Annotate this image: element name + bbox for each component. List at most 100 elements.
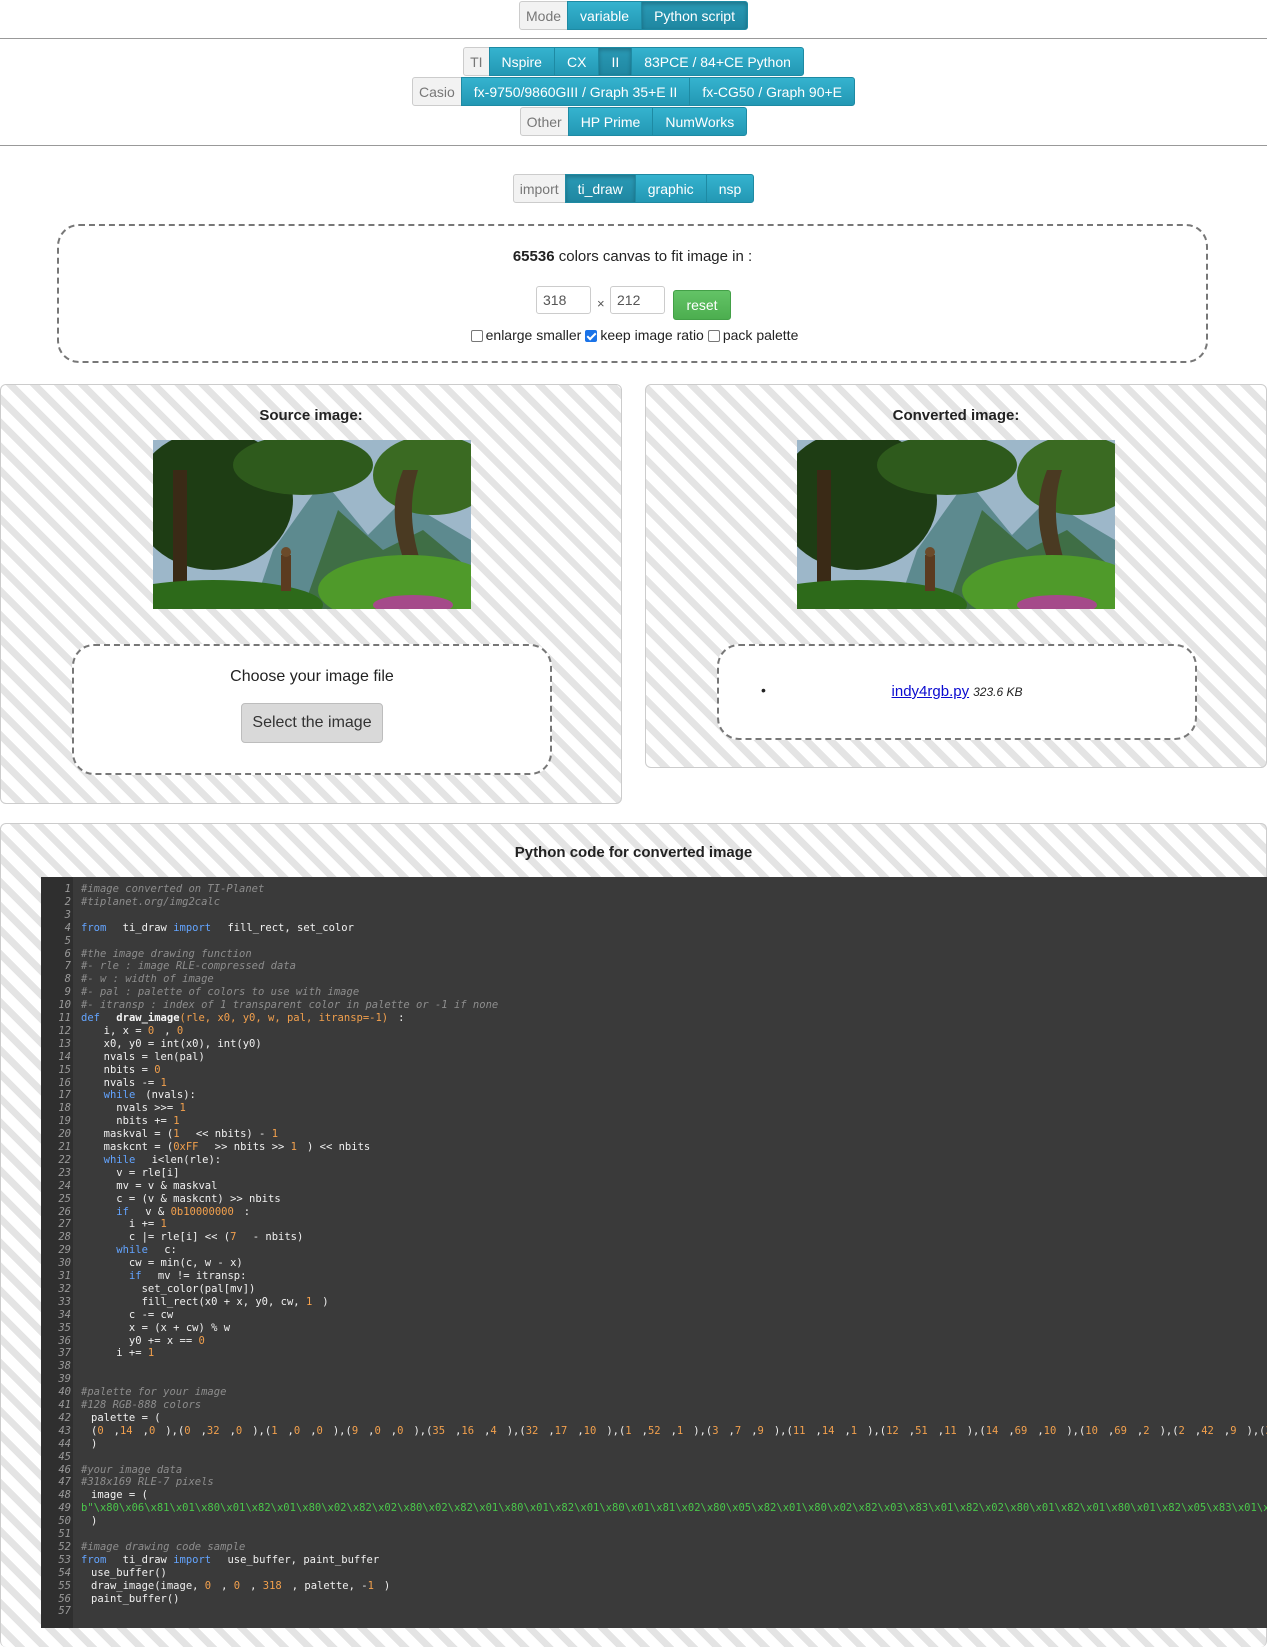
line-number: 52 [58,1540,71,1553]
code-token: ),( [606,1424,626,1437]
line-text: maskval = (1 << nbits) - 1 [71,1128,278,1140]
code-line: 34 c -= cw [41,1309,173,1322]
platform-ii-button[interactable]: II [598,47,633,76]
code-line: 6 #the image drawing function [41,948,252,961]
code-token: maskval = ( [91,1128,174,1141]
code-line: 25 c = (v & maskcnt) >> nbits [41,1193,280,1206]
mode-python-script-button[interactable]: Python script [641,1,748,30]
other-label: Other [519,107,569,136]
code-token: ),( [773,1424,793,1437]
code-token: i, x = [91,1024,148,1037]
line-number: 40 [58,1386,71,1399]
code-token: , [844,1424,851,1437]
line-text: b"\x80\x06\x81\x01\x80\x01\x82\x01\x80\x… [71,1502,1267,1514]
import-graphic-button[interactable]: graphic [634,174,707,203]
line-text: #318x169 RLE-7 pixels [71,1476,214,1488]
code-token: 1 [160,1076,167,1089]
line-number: 23 [58,1166,71,1179]
line-number: 33 [58,1295,71,1308]
code-title: Python code for converted image [514,844,753,861]
import-ti-draw-button[interactable]: ti_draw [564,174,636,203]
line-text: v = rle[i] [71,1167,179,1179]
line-number: 19 [58,1115,71,1128]
source-drop-zone[interactable]: Choose your image file Select the image [72,644,552,775]
platform-numworks-button[interactable]: NumWorks [652,107,748,136]
code-line: 31 if mv != itransp: [41,1270,246,1283]
code-token: , [164,1024,177,1037]
line-number: 46 [58,1463,71,1476]
code-token: 16 [461,1424,475,1437]
code-token: import [173,921,212,934]
select-image-button[interactable]: Select the image [241,703,383,743]
code-line: 50) [41,1515,97,1528]
platform-83pce-button[interactable]: 83PCE / 84+CE Python [631,47,804,76]
code-token: 3 [712,1424,719,1437]
code-token: 0 [176,1024,184,1037]
canvas-width-input[interactable]: 318 [536,286,591,314]
canvas-height-input[interactable]: 212 [610,286,665,314]
line-number: 31 [58,1270,71,1282]
code-line: 20 maskval = (1 << nbits) - 1 [41,1128,278,1141]
reset-button[interactable]: reset [673,290,731,320]
download-file-link[interactable]: indy4rgb.py [892,683,970,700]
code-token: #your image data [81,1463,183,1476]
code-line: 29 while c: [41,1244,177,1257]
code-token: , [1107,1424,1115,1437]
line-text: palette = ( [71,1412,161,1424]
code-line: 5 [41,935,81,948]
code-token: 1 [173,1115,180,1128]
line-text: (0,14,0),(0,32,0),(1,0,0),(9,0,0),(35,16… [71,1425,1267,1437]
converted-image [797,440,1115,609]
code-token: 17 [554,1424,568,1437]
import-nsp-button[interactable]: nsp [705,174,755,203]
code-token: ) << nbits [307,1141,371,1153]
line-number: 10 [58,999,71,1012]
line-text: ) [71,1515,97,1527]
platform-hp-prime-button[interactable]: HP Prime [567,107,654,136]
code-token: while [103,1153,136,1166]
code-token: 318 [262,1579,282,1592]
code-editor[interactable]: 1 #image converted on TI-Planet 2 #tiplanet… [41,877,1267,1628]
code-token: fill_rect, set_color [221,921,354,934]
line-text: draw_image(image, 0, 0, 318, palette, -1… [71,1580,390,1592]
code-line: 35 x = (x + cw) % w [41,1322,230,1335]
line-text: nvals -= 1 [71,1077,167,1089]
code-token: ),( [1066,1424,1086,1437]
ti-label: TI [463,47,490,76]
platform-nspire-button[interactable]: Nspire [488,47,555,76]
platform-cx-button[interactable]: CX [553,47,600,76]
code-token: ),( [867,1424,887,1437]
code-token: 32 [525,1424,539,1437]
code-token: v & [138,1205,171,1218]
enlarge-smaller-checkbox[interactable] [470,330,483,342]
line-text: #the image drawing function [71,948,252,960]
line-number: 9 [64,986,71,999]
code-token: 2 [1143,1424,1150,1437]
line-text [71,935,81,947]
code-token: fill_rect(x0 + x, y0, cw, [91,1295,306,1308]
code-token: 12 [886,1424,899,1437]
casio-row: Casio fx-9750/9860GIII / Graph 35+E II f… [0,77,1267,106]
platform-fxcg50-button[interactable]: fx-CG50 / Graph 90+E [689,77,855,106]
line-number: 17 [58,1089,71,1102]
converted-panel: Converted image: • indy4rgb.py 323.6 KB [645,384,1267,768]
line-number: 43 [58,1424,71,1437]
code-token: #image drawing code sample [81,1540,246,1553]
line-text: #- rle : image RLE-compressed data [71,960,296,972]
code-token: #128 RGB-888 colors [81,1399,202,1411]
line-text: #- w : width of image [71,973,214,985]
code-token: c -= cw [91,1308,174,1321]
code-token: 4 [490,1424,497,1437]
pack-palette-checkbox[interactable] [707,330,720,342]
code-token: , [113,1424,120,1437]
keep-image-ratio-checkbox[interactable] [585,330,598,342]
mode-variable-button[interactable]: variable [567,1,643,30]
code-token: , [751,1424,758,1437]
line-number: 7 [64,960,71,973]
line-number: 35 [58,1321,71,1334]
code-token: #- rle : image RLE-compressed data [81,960,296,973]
platform-fx9750-button[interactable]: fx-9750/9860GIII / Graph 35+E II [460,77,691,106]
source-title: Source image: [259,407,363,424]
